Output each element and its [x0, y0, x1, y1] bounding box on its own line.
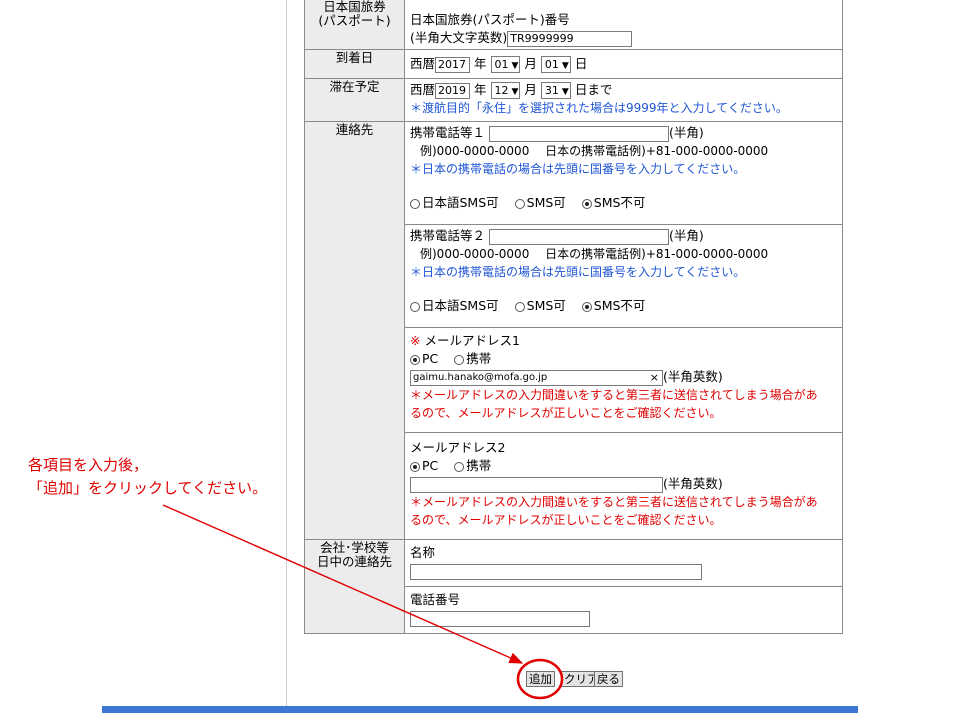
annotation-overlay — [162, 504, 564, 700]
highlight-circle — [516, 658, 564, 700]
annotation-arrow — [162, 504, 524, 664]
footer-bar — [102, 706, 858, 713]
